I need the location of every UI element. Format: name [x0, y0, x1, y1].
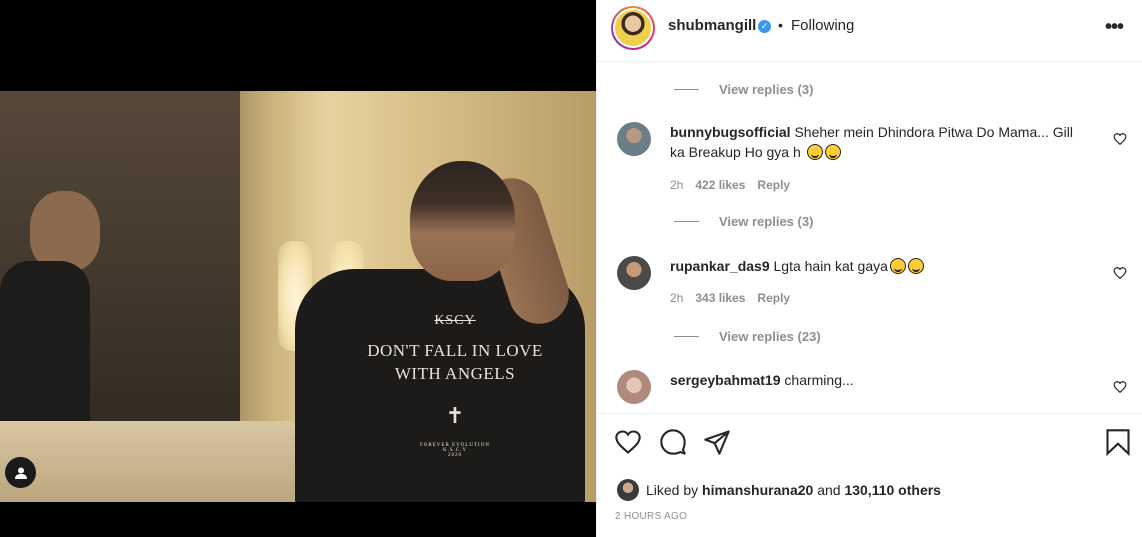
shirt-brand: KSCY [434, 313, 476, 328]
author-username[interactable]: shubmangill [668, 17, 756, 34]
others-likes-link[interactable]: 130,110 others [844, 482, 941, 498]
separator-dot: • [778, 17, 783, 33]
author-avatar[interactable] [611, 6, 655, 50]
comment-bubble-icon[interactable] [659, 428, 687, 456]
comment-likes[interactable]: 422 likes [695, 178, 745, 192]
like-comment-heart-icon[interactable] [1113, 266, 1127, 280]
post-header: shubmangill ✓ • Following ••• [597, 0, 1142, 62]
user-icon [14, 467, 27, 479]
comment-text: rupankar_das9 Lgta hain kat gaya [670, 256, 1080, 276]
like-heart-icon[interactable] [614, 428, 642, 456]
shirt-print: KSCY DON'T FALL IN LOVE WITH ANGELS ✝ FO… [355, 313, 555, 458]
comment-time: 2h [670, 178, 684, 192]
liker-avatar[interactable] [617, 479, 639, 501]
reply-button[interactable]: Reply [757, 178, 790, 192]
divider-line [674, 89, 699, 90]
comment-item: bunnybugsofficial Sheher mein Dhindora P… [617, 122, 1127, 272]
comment-meta: 2h 343 likes Reply [670, 291, 790, 305]
smiling-face-with-halo-icon [806, 144, 823, 160]
liker-username[interactable]: himanshurana20 [702, 482, 813, 498]
following-button[interactable]: Following [791, 17, 854, 34]
commenter-avatar[interactable] [617, 122, 651, 156]
commenter-username[interactable]: rupankar_das9 [670, 258, 770, 274]
comment-item: sergeybahmat19 charming... [617, 370, 1127, 410]
more-options-icon[interactable]: ••• [1105, 16, 1124, 39]
like-comment-heart-icon[interactable] [1113, 132, 1127, 146]
person-head [410, 161, 515, 281]
comment-text: sergeybahmat19 charming... [670, 372, 854, 388]
commenter-username[interactable]: bunnybugsofficial [670, 124, 791, 140]
comment-time: 2h [670, 291, 684, 305]
commenter-username[interactable]: sergeybahmat19 [670, 372, 781, 388]
liked-by: Liked by himanshurana20 and 130,110 othe… [617, 479, 941, 501]
shirt-slogan: DON'T FALL IN LOVE WITH ANGELS [367, 341, 543, 383]
save-bookmark-icon[interactable] [1105, 428, 1131, 456]
post-timestamp[interactable]: 2 HOURS AGO [615, 511, 687, 522]
comment-text: bunnybugsofficial Sheher mein Dhindora P… [670, 124, 1074, 160]
commenter-avatar[interactable] [617, 370, 651, 404]
comment-meta: 2h 422 likes Reply [670, 178, 790, 192]
commenter-avatar[interactable] [617, 256, 651, 290]
comment-likes[interactable]: 343 likes [695, 291, 745, 305]
like-comment-heart-icon[interactable] [1113, 380, 1127, 394]
reflection-body [0, 261, 90, 421]
shirt-small-print: FOREVER EVOLUTION K.S.C.Y 2020 [420, 443, 490, 458]
grinning-squinting-face-icon [907, 258, 924, 274]
post-actions: Liked by himanshurana20 and 130,110 othe… [597, 413, 1142, 537]
bathroom-counter [0, 421, 300, 502]
share-paper-plane-icon[interactable] [703, 428, 731, 456]
divider-line [674, 221, 699, 222]
comments-list[interactable]: View replies (3) bunnybugsofficial Shehe… [597, 63, 1142, 413]
view-replies-button[interactable]: View replies (3) [674, 214, 813, 229]
shirt-cross: ✝ [445, 403, 465, 428]
view-replies-button[interactable]: View replies (3) [674, 82, 813, 97]
view-replies-button[interactable]: View replies (23) [674, 329, 821, 344]
reply-button[interactable]: Reply [757, 291, 790, 305]
post-media: KSCY DON'T FALL IN LOVE WITH ANGELS ✝ FO… [0, 0, 596, 537]
tagged-users-button[interactable] [5, 457, 36, 488]
grinning-squinting-face-icon [889, 258, 906, 274]
reflection-head [30, 191, 100, 271]
avatar-image [615, 10, 651, 46]
comment-item: rupankar_das9 Lgta hain kat gaya 2h 343 … [617, 256, 1127, 366]
grinning-squinting-face-icon [824, 144, 841, 160]
verified-badge-icon: ✓ [758, 20, 771, 33]
post-photo[interactable]: KSCY DON'T FALL IN LOVE WITH ANGELS ✝ FO… [0, 91, 596, 502]
divider-line [674, 336, 699, 337]
post-panel: shubmangill ✓ • Following ••• View repli… [596, 0, 1142, 537]
